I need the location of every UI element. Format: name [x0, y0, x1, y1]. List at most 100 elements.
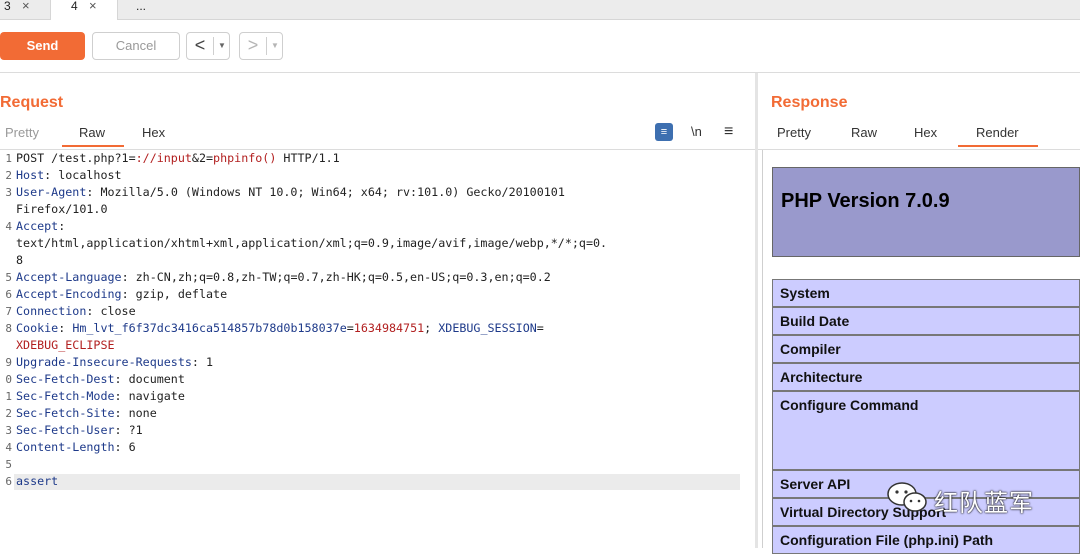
- line-number: 3: [5, 424, 12, 437]
- header-value: : none: [114, 406, 157, 420]
- chevron-down-icon[interactable]: ▼: [268, 33, 282, 59]
- line-number: 8: [5, 322, 12, 335]
- line-number: 5: [5, 458, 12, 471]
- tab-raw[interactable]: Raw: [62, 122, 124, 147]
- tab-strip: 3 × 4 × ...: [0, 0, 1080, 20]
- cancel-button[interactable]: Cancel: [92, 32, 180, 60]
- code-line: Sec-Fetch-Site: none: [16, 406, 157, 420]
- php-version-header: PHP Version 7.0.9: [772, 167, 1080, 257]
- watermark-text: 红队蓝军: [934, 489, 1034, 517]
- code-line: Accept:: [16, 219, 65, 233]
- tab-raw[interactable]: Raw: [851, 122, 877, 147]
- header-name: Host: [16, 168, 45, 182]
- code-line: Accept-Language: zh-CN,zh;q=0.8,zh-TW;q=…: [16, 270, 551, 284]
- header-name: Sec-Fetch-Mode: [16, 389, 115, 403]
- code-line: Sec-Fetch-Dest: document: [16, 372, 185, 386]
- toolbar: Send Cancel < ▼ > ▼: [0, 20, 1080, 73]
- code-line: Upgrade-Insecure-Requests: 1: [16, 355, 213, 369]
- forward-arrow-icon[interactable]: >: [240, 33, 266, 59]
- php-info-row: Compiler: [772, 335, 1080, 363]
- close-icon[interactable]: ×: [89, 0, 97, 12]
- cookie-value: 1634984751: [353, 321, 425, 335]
- header-value: : close: [86, 304, 136, 318]
- wrap-icon[interactable]: ≡: [655, 123, 673, 141]
- tab-label: 4: [71, 0, 78, 13]
- close-icon[interactable]: ×: [22, 0, 30, 12]
- line-number: 9: [5, 356, 12, 369]
- cookie-value: XDEBUG_ECLIPSE: [16, 338, 115, 352]
- header-value: text/html,application/xhtml+xml,applicat…: [16, 236, 608, 250]
- code-line: Sec-Fetch-User: ?1: [16, 423, 143, 437]
- header-value: Firefox/101.0: [16, 202, 108, 216]
- back-arrow-icon[interactable]: <: [187, 33, 213, 59]
- code-line: 8: [16, 253, 23, 267]
- header-name: Cookie: [16, 321, 59, 335]
- header-value: ;: [424, 321, 439, 335]
- line-number: 3: [5, 186, 12, 199]
- code-line: Host: localhost: [16, 168, 122, 182]
- code-line: Content-Length: 6: [16, 440, 136, 454]
- header-value: : document: [114, 372, 185, 386]
- header-value: : gzip, deflate: [121, 287, 228, 301]
- divider: [0, 149, 755, 150]
- line-number: 1: [5, 390, 12, 403]
- code-line: Firefox/101.0: [16, 202, 107, 216]
- php-info-row: Build Date: [772, 307, 1080, 335]
- request-title: Request: [0, 94, 64, 111]
- line-number: 2: [5, 407, 12, 420]
- response-title: Response: [771, 94, 848, 111]
- line-number: 2: [5, 169, 12, 182]
- param-value: phpinfo(): [213, 151, 277, 165]
- newline-toggle[interactable]: \n: [691, 123, 702, 141]
- code-line: Connection: close: [16, 304, 136, 318]
- line-number: 5: [5, 271, 12, 284]
- tab-4[interactable]: 4 ×: [50, 0, 118, 20]
- header-name: Accept-Encoding: [16, 287, 122, 301]
- menu-icon[interactable]: ≡: [724, 123, 733, 141]
- request-view-tabs: Pretty Raw Hex: [0, 122, 200, 149]
- php-version-title: PHP Version 7.0.9: [781, 190, 950, 212]
- line-number: 4: [5, 220, 12, 233]
- code-line: text/html,application/xhtml+xml,applicat…: [16, 236, 607, 250]
- line-number: 6: [5, 288, 12, 301]
- code-line: assert: [16, 474, 58, 488]
- request-line: POST /test.php?1=: [16, 151, 136, 165]
- code-line: User-Agent: Mozilla/5.0 (Windows NT 10.0…: [16, 185, 565, 199]
- php-info-row: Configuration File (php.ini) Path: [772, 526, 1080, 554]
- forward-button-group[interactable]: > ▼: [239, 32, 283, 60]
- header-value: : Mozilla/5.0 (Windows NT 10.0; Win64; x…: [86, 185, 565, 199]
- chevron-down-icon[interactable]: ▼: [215, 33, 229, 59]
- php-info-row: Configure Command: [772, 391, 1080, 470]
- param-value: ://input: [135, 151, 192, 165]
- tab-pretty[interactable]: Pretty: [5, 122, 39, 147]
- tab-pretty[interactable]: Pretty: [777, 122, 811, 147]
- request-body: assert: [16, 474, 59, 488]
- code-line: POST /test.php?1=://input&2=phpinfo() HT…: [16, 151, 340, 165]
- send-button[interactable]: Send: [0, 32, 85, 60]
- tab-more[interactable]: ...: [130, 0, 160, 19]
- back-button-group[interactable]: < ▼: [186, 32, 230, 60]
- request-line: HTTP/1.1: [276, 151, 340, 165]
- tab-hex[interactable]: Hex: [142, 122, 165, 147]
- header-value: :: [58, 219, 66, 233]
- wechat-icon: [887, 482, 927, 512]
- header-value: : zh-CN,zh;q=0.8,zh-TW;q=0.7,zh-HK;q=0.5…: [121, 270, 551, 284]
- header-name: Sec-Fetch-Site: [16, 406, 115, 420]
- code-line: Cookie: Hm_lvt_f6f37dc3416ca514857b78d0b…: [16, 321, 544, 335]
- line-number: 0: [5, 373, 12, 386]
- line-number: 7: [5, 305, 12, 318]
- tab-3[interactable]: 3 ×: [0, 0, 50, 19]
- header-value: :: [58, 321, 73, 335]
- tab-render[interactable]: Render: [958, 122, 1038, 147]
- line-number: 6: [5, 475, 12, 488]
- header-name: Upgrade-Insecure-Requests: [16, 355, 192, 369]
- php-info-row: Architecture: [772, 363, 1080, 391]
- header-name: Sec-Fetch-User: [16, 423, 115, 437]
- tab-label: ...: [136, 0, 147, 13]
- header-name: Sec-Fetch-Dest: [16, 372, 115, 386]
- code-line: Accept-Encoding: gzip, deflate: [16, 287, 227, 301]
- cookie-name: XDEBUG_SESSION: [438, 321, 537, 335]
- header-value: 8: [16, 253, 24, 267]
- tab-hex[interactable]: Hex: [914, 122, 937, 147]
- separator: [213, 37, 214, 55]
